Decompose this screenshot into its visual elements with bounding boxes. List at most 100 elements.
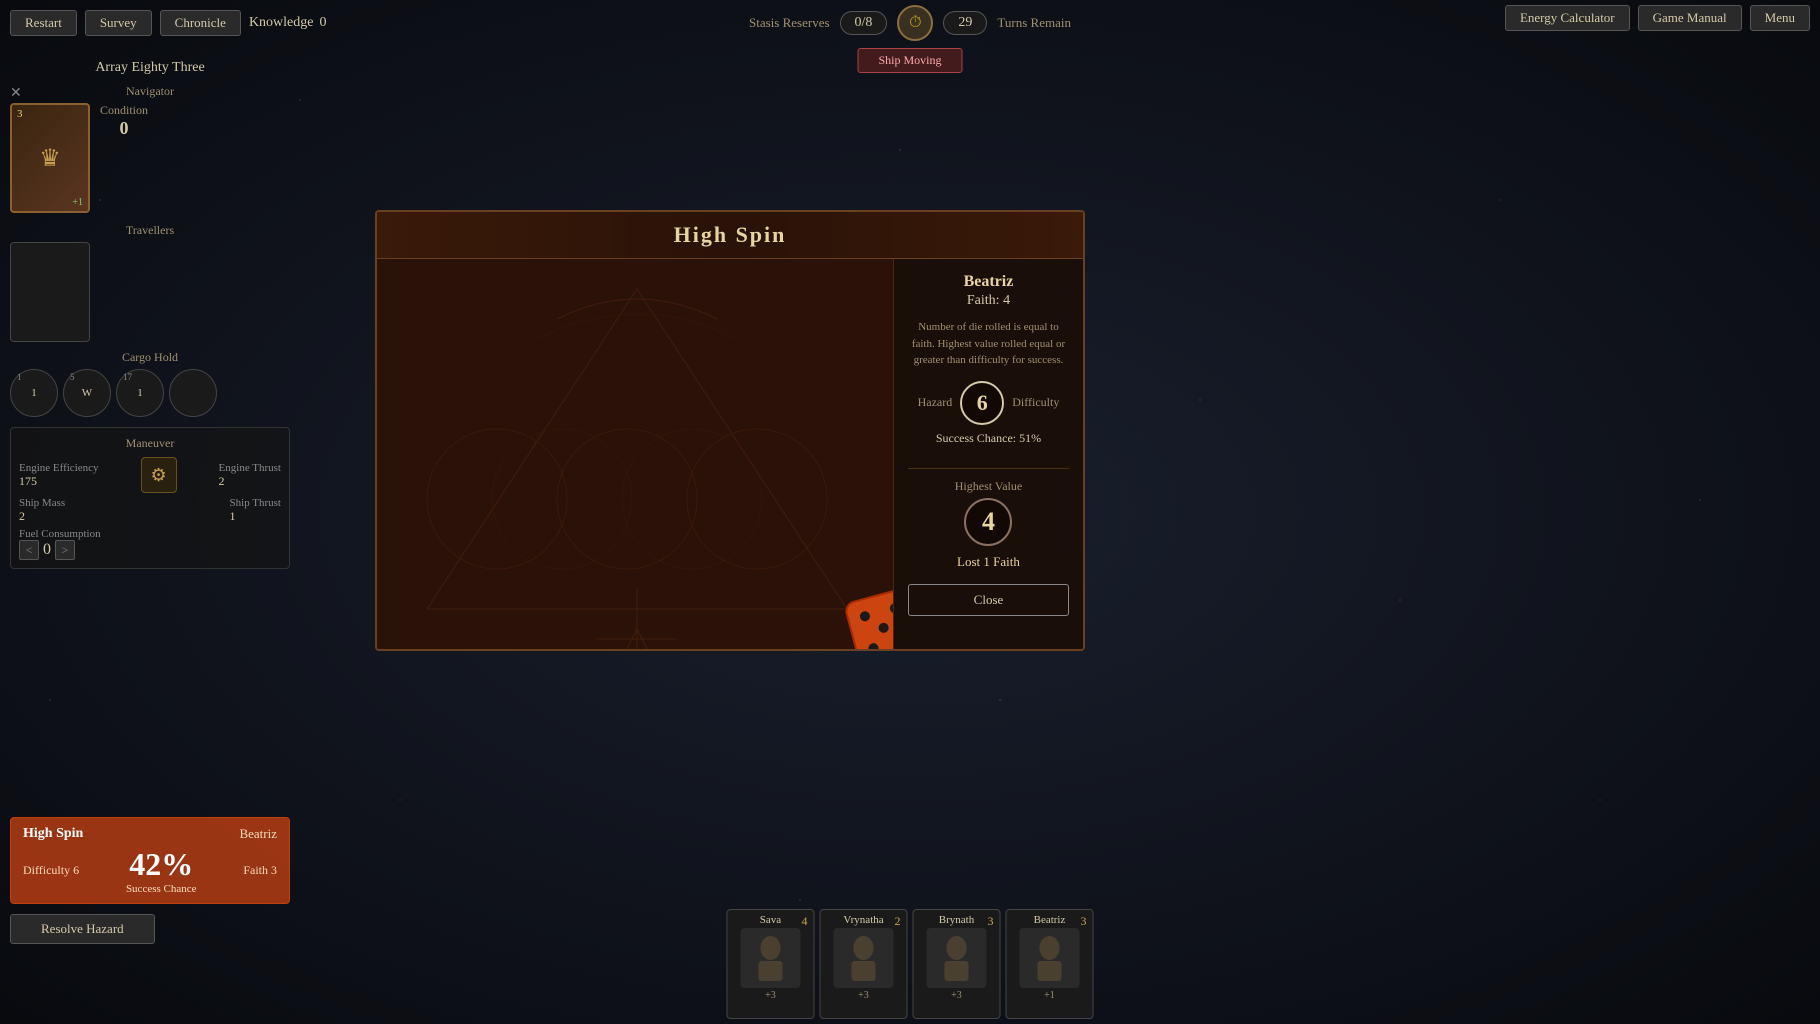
- hazard-right: Faith 3: [243, 863, 277, 878]
- hazard-faith: Faith 3: [243, 863, 277, 878]
- fuel-increase-button[interactable]: >: [55, 540, 75, 560]
- faith-value: 3: [271, 863, 277, 877]
- modal-hazard-row: Hazard 6 Difficulty: [908, 381, 1069, 425]
- engine-thrust-value: 2: [219, 474, 281, 489]
- char-stat-vrynatha: +3: [858, 990, 869, 1001]
- hazard-left: Difficulty 6: [23, 863, 79, 878]
- difficulty-value: 6: [73, 863, 79, 877]
- modal-difficulty-label: Difficulty: [1012, 395, 1059, 410]
- engine-icon: ⚙: [141, 457, 177, 493]
- survey-button[interactable]: Survey: [85, 10, 152, 36]
- char-stat-brynath: +3: [951, 990, 962, 1001]
- characters-bar: Sava 4 +3 Vrynatha 2 +3 Brynath 3: [727, 909, 1094, 1024]
- ship-thrust-value: 1: [230, 509, 281, 524]
- modal-faith-display: Faith: 4: [908, 293, 1069, 309]
- char-portrait-beatriz: [1020, 928, 1080, 988]
- cargo-item-2[interactable]: 17 1: [116, 369, 164, 417]
- difficulty-label: Difficulty: [23, 863, 70, 877]
- hazard-details-row: Difficulty 6 42% Success Chance Faith 3: [23, 846, 277, 895]
- char-stats-beatriz: +1: [1044, 990, 1055, 1001]
- cargo-num-2: 17: [123, 372, 132, 382]
- char-stats-brynath: +3: [951, 990, 962, 1001]
- navigator-section: 3 ♛ +1 Condition 0: [10, 103, 290, 213]
- chronicle-button[interactable]: Chronicle: [160, 10, 241, 36]
- knowledge-display: Knowledge 0: [249, 15, 327, 31]
- travellers-label: Travellers: [10, 223, 290, 238]
- fuel-row: < 0 >: [19, 540, 281, 560]
- dice-area: [377, 259, 894, 649]
- modal-title: High Spin: [674, 222, 787, 247]
- char-card-beatriz[interactable]: Beatriz 3 +1: [1006, 909, 1094, 1019]
- resolve-hazard-button[interactable]: Resolve Hazard: [10, 914, 155, 944]
- top-bar: Restart Survey Chronicle Knowledge 0: [0, 0, 1820, 45]
- modal-faith-value: 4: [1003, 293, 1010, 308]
- engine-row: Engine Efficiency 175 ⚙ Engine Thrust 2: [19, 457, 281, 493]
- hazard-difficulty: Difficulty 6: [23, 863, 79, 878]
- cargo-label: Cargo Hold: [10, 350, 290, 365]
- modal-success-label: Success Chance:: [936, 431, 1016, 445]
- traveller-card: [10, 242, 90, 342]
- navigator-label: Navigator: [10, 84, 290, 99]
- highest-value-label: Highest Value: [908, 479, 1069, 494]
- dice-area-pattern: [377, 259, 894, 649]
- condition-value: 0: [120, 118, 129, 139]
- modal-body: Beatriz Faith: 4 Number of die rolled is…: [377, 259, 1083, 649]
- modal-close-button[interactable]: Close: [908, 584, 1069, 616]
- hazard-person: Beatriz: [239, 826, 277, 842]
- highest-value-section: Highest Value 4: [908, 479, 1069, 546]
- card-bonus: +1: [72, 197, 83, 208]
- fuel-decrease-button[interactable]: <: [19, 540, 39, 560]
- hazard-center: 42% Success Chance: [126, 846, 197, 895]
- modal-right-panel: Beatriz Faith: 4 Number of die rolled is…: [894, 259, 1083, 649]
- modal-difficulty-circle: 6: [960, 381, 1004, 425]
- char-card-brynath[interactable]: Brynath 3 +3: [913, 909, 1001, 1019]
- highest-value-circle: 4: [964, 498, 1012, 546]
- success-chance-label: Success Chance: [126, 883, 197, 895]
- char-card-vrynatha[interactable]: Vrynatha 2 +3: [820, 909, 908, 1019]
- char-num-sava: 4: [802, 914, 808, 929]
- modal-hazard-label: Hazard: [918, 395, 953, 410]
- knowledge-label: Knowledge: [249, 15, 314, 31]
- char-portrait-sava: [741, 928, 801, 988]
- condition-info: Condition 0: [100, 103, 148, 139]
- cargo-items: 1 1 5 W 17 1: [10, 369, 290, 417]
- char-stat-beatriz: +1: [1044, 990, 1055, 1001]
- ship-mass-label: Ship Mass: [19, 497, 65, 509]
- char-num-brynath: 3: [988, 914, 994, 929]
- hazard-name: High Spin: [23, 826, 83, 842]
- engine-thrust-label: Engine Thrust: [219, 462, 281, 474]
- char-stat-sava: +3: [765, 990, 776, 1001]
- char-portrait-vrynatha: [834, 928, 894, 988]
- ship-name: Array Eighty Three: [10, 60, 290, 76]
- char-num-vrynatha: 2: [895, 914, 901, 929]
- restart-button[interactable]: Restart: [10, 10, 77, 36]
- cargo-item-3[interactable]: [169, 369, 217, 417]
- cargo-section: 1 1 5 W 17 1: [10, 369, 290, 417]
- cargo-label-1: W: [82, 387, 92, 399]
- cargo-num-1: 5: [70, 372, 75, 382]
- modal-divider: [908, 468, 1069, 469]
- char-portrait-brynath: [927, 928, 987, 988]
- char-name-beatriz: Beatriz: [1034, 914, 1066, 926]
- card-icon: ♛: [39, 144, 61, 173]
- char-card-sava[interactable]: Sava 4 +3: [727, 909, 815, 1019]
- mass-row: Ship Mass 2 Ship Thrust 1: [19, 497, 281, 524]
- ship-thrust-label: Ship Thrust: [230, 497, 281, 509]
- char-name-vrynatha: Vrynatha: [843, 914, 883, 926]
- char-stats-vrynatha: +3: [858, 990, 869, 1001]
- modal-faith-label: Faith:: [967, 293, 1000, 308]
- faith-label: Faith: [243, 863, 268, 877]
- character-name-modal: Beatriz: [908, 273, 1069, 291]
- modal-success-pct: 51%: [1019, 431, 1041, 445]
- cargo-item-0[interactable]: 1 1: [10, 369, 58, 417]
- travellers-section: [10, 242, 290, 342]
- close-panel-button[interactable]: ✕: [10, 85, 22, 102]
- cargo-label-2: 1: [137, 387, 143, 399]
- lost-faith-text: Lost 1 Faith: [908, 554, 1069, 570]
- modal-rules-text: Number of die rolled is equal to faith. …: [908, 319, 1069, 369]
- cargo-item-1[interactable]: 5 W: [63, 369, 111, 417]
- navigator-card[interactable]: 3 ♛ +1: [10, 103, 90, 213]
- fuel-label: Fuel Consumption: [19, 528, 281, 540]
- knowledge-value: 0: [319, 15, 326, 31]
- hazard-panel: High Spin Beatriz Difficulty 6 42% Succe…: [10, 817, 290, 904]
